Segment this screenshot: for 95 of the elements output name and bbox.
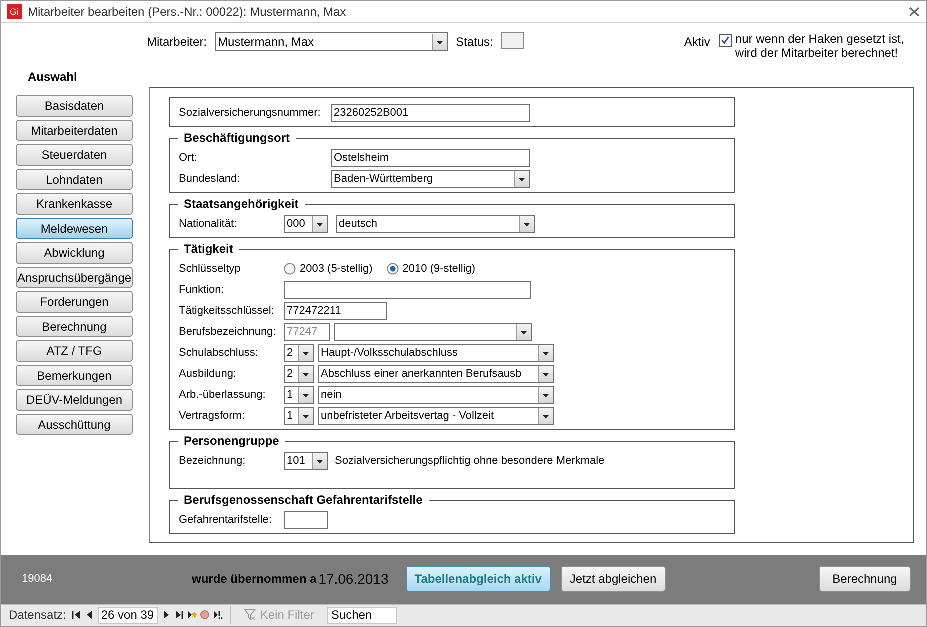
code-dropdown[interactable]: 000 (284, 214, 328, 233)
text-field[interactable]: 772472211 (284, 302, 387, 320)
field-label: Mitarbeiter: (147, 35, 208, 50)
hint-text: nur wenn der Haken gesetzt ist, wird der Mitarbeiter berechnet! (735, 32, 904, 60)
field-label: Berufsbezeichnung: (179, 326, 278, 338)
sidebar-button[interactable]: Forderungen (16, 291, 133, 313)
action-button[interactable]: Jetzt abgleichen (560, 566, 666, 592)
search-field[interactable]: Suchen (327, 606, 398, 624)
dropdown-field[interactable]: unbefristeter Arbeitsvertag - Vollzeit (318, 406, 554, 425)
app-logo: Gi (7, 4, 22, 20)
action-button[interactable]: Berechnung (819, 566, 911, 592)
caret-icon[interactable] (298, 344, 313, 361)
field-label: Gefahrentarifstelle: (179, 514, 273, 526)
caret-icon[interactable] (298, 386, 313, 403)
code-dropdown[interactable]: 2 (284, 344, 314, 362)
field-label: Schulabschluss: (179, 346, 260, 359)
field-label: Schlüsseltyp (179, 262, 242, 275)
text-field[interactable]: 23260252B001 (331, 104, 530, 122)
description-text: Sozialversicherungspflichtig ohne besondere Merkmale (335, 454, 605, 467)
text-field[interactable] (284, 510, 328, 529)
text-field[interactable] (284, 280, 531, 299)
group-title: Staatsangehörigkeit (178, 197, 305, 212)
sidebar-button[interactable]: Basisdaten (16, 95, 133, 117)
import-date: 17.06.2013 (318, 571, 389, 588)
next-record-icon[interactable] (161, 610, 172, 620)
field-label: Bezeichnung: (179, 454, 247, 467)
dropdown-field[interactable] (334, 322, 532, 341)
code-dropdown[interactable]: 2 (284, 364, 314, 383)
action-button[interactable]: Tabellenabgleich aktiv (406, 566, 551, 592)
employee-dropdown[interactable]: Mustermann, Max (215, 32, 448, 52)
code-dropdown[interactable]: 1 (284, 406, 314, 425)
field-label: Bundesland: (179, 172, 242, 185)
field-label: Funktion: (179, 284, 226, 296)
caret-icon[interactable] (298, 408, 313, 424)
dropdown-field[interactable]: deutsch (336, 214, 535, 233)
import-note: wurde übernommen a (192, 572, 317, 586)
record-position-field[interactable]: 26 von 39 (98, 606, 158, 624)
sidebar-button[interactable]: Krankenkasse (16, 193, 133, 215)
record-label: Datensatz: (9, 608, 66, 622)
sidebar-button[interactable]: Ausschüttung (16, 414, 133, 436)
sidebar-button[interactable]: ATZ / TFG (16, 340, 133, 362)
group-title: Beschäftigungsort (178, 131, 296, 146)
sidebar-button[interactable]: Mitarbeiterdaten (16, 120, 133, 142)
new-record-icon[interactable] (187, 610, 198, 620)
caret-icon[interactable] (514, 170, 529, 187)
active-checkbox[interactable] (719, 34, 732, 48)
caret-icon[interactable] (298, 366, 313, 382)
field-label: Arb.-überlassung: (179, 388, 267, 401)
field-label: Status: (456, 35, 494, 50)
caret-icon[interactable] (519, 216, 534, 232)
dropdown-field[interactable]: Haupt-/Volksschulabschluss (318, 344, 554, 362)
code-dropdown[interactable]: 1 (284, 386, 314, 404)
sidebar-button[interactable]: Lohndaten (16, 168, 133, 190)
caret-icon[interactable] (516, 324, 531, 340)
window-title: Mitarbeiter bearbeiten (Pers.-Nr.: 00022): Mustermann, Max (28, 4, 348, 19)
caret-icon[interactable] (312, 452, 327, 469)
radio-icon[interactable] (284, 262, 296, 275)
sidebar-button[interactable]: Bemerkungen (16, 364, 133, 386)
field-label: Vertragsform: (179, 410, 246, 422)
field-label: Ausbildung: (179, 368, 238, 380)
radio-button[interactable]: 2010 (9-stellig) (386, 262, 476, 275)
group-title: Personengruppe (178, 434, 286, 448)
radio-button[interactable]: 2003 (5-stellig) (284, 262, 373, 275)
sidebar-button[interactable]: Meldewesen (16, 218, 133, 240)
field-label: Nationalität: (179, 218, 238, 230)
caret-icon[interactable] (432, 34, 448, 50)
status-field (501, 32, 524, 50)
caret-icon[interactable] (312, 216, 327, 232)
record-id: 19084 (22, 573, 54, 586)
code-dropdown[interactable]: 101 (284, 452, 328, 470)
dropdown-field[interactable]: Baden-Württemberg (331, 170, 530, 188)
caret-icon[interactable] (538, 408, 553, 424)
field-label: Tätigkeitsschlüssel: (179, 304, 276, 317)
dropdown-field[interactable]: nein (318, 386, 554, 404)
record-options-icon[interactable] (213, 610, 224, 620)
field-label: Sozialversicherungsnummer: (179, 106, 322, 119)
close-icon[interactable] (909, 6, 920, 17)
dropdown-field[interactable]: Abschluss einer anerkannten Berufsausb (318, 364, 554, 383)
sidebar-button[interactable]: Anspruchsübergänge (16, 266, 133, 288)
group-title: Tätigkeit (178, 242, 240, 256)
text-field[interactable]: Ostelsheim (331, 148, 530, 167)
sidebar-button[interactable]: Berechnung (16, 316, 133, 338)
group-title: Berufsgenossenschaft Gefahrentarifstelle (178, 493, 429, 508)
last-record-icon[interactable] (174, 610, 184, 620)
caret-icon[interactable] (538, 344, 553, 361)
caret-icon[interactable] (538, 386, 553, 403)
sidebar-button[interactable]: DEÜV-Meldungen (16, 389, 133, 411)
caret-icon[interactable] (538, 366, 553, 382)
sidebar-title: Auswahl (28, 70, 78, 84)
field-label: Ort: (179, 152, 198, 164)
radio-icon[interactable] (386, 262, 399, 275)
first-record-icon[interactable] (72, 610, 82, 620)
checkbox-label: Aktiv (684, 35, 710, 50)
sidebar-button[interactable]: Steuerdaten (16, 144, 133, 166)
sidebar-button[interactable]: Abwicklung (16, 242, 133, 264)
